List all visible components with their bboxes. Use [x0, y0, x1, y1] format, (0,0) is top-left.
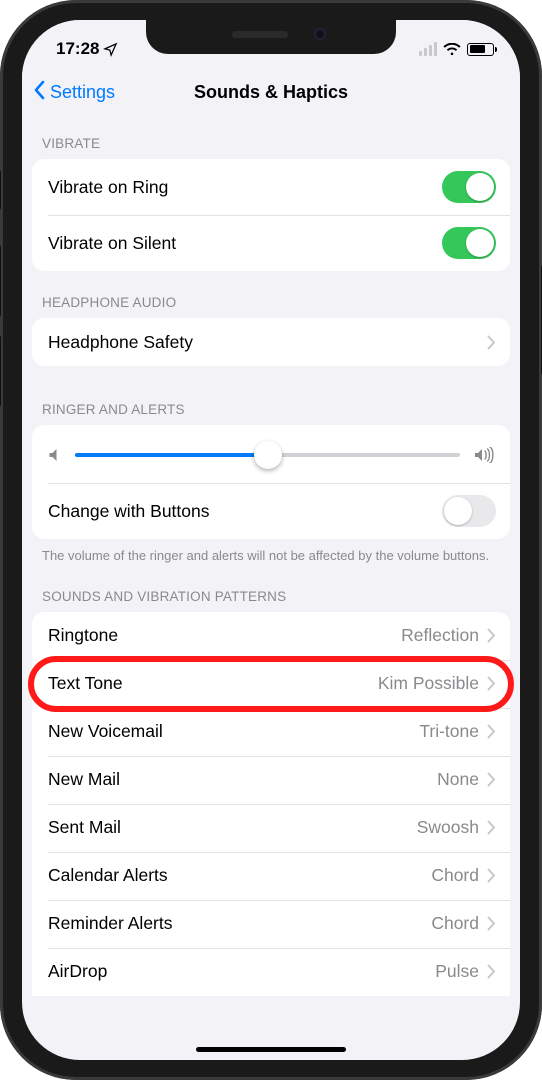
status-time: 17:28 [56, 39, 99, 59]
screen: 17:28 Settings Sounds & Haptic [22, 20, 520, 1060]
row-sound-airdrop[interactable]: AirDrop Pulse [32, 948, 510, 996]
chevron-right-icon [487, 772, 496, 787]
ringer-volume-slider[interactable] [75, 441, 460, 469]
row-detail: Chord [431, 865, 479, 886]
row-headphone-safety[interactable]: Headphone Safety [32, 318, 510, 366]
row-detail: Pulse [435, 961, 479, 982]
row-label: Vibrate on Silent [48, 233, 176, 254]
chevron-right-icon [487, 335, 496, 350]
row-change-with-buttons[interactable]: Change with Buttons [32, 483, 510, 539]
volume-high-icon [474, 447, 494, 463]
toggle-vibrate-on-silent[interactable] [442, 227, 496, 259]
row-label: New Voicemail [48, 721, 163, 742]
row-vibrate-on-ring[interactable]: Vibrate on Ring [32, 159, 510, 215]
row-sound-new-mail[interactable]: New Mail None [32, 756, 510, 804]
row-label: Headphone Safety [48, 332, 193, 353]
row-detail: Kim Possible [378, 673, 479, 694]
row-sound-reminder-alerts[interactable]: Reminder Alerts Chord [32, 900, 510, 948]
row-detail: Swoosh [417, 817, 479, 838]
hw-volume-up [0, 245, 1, 317]
phone-frame: 17:28 Settings Sounds & Haptic [0, 0, 542, 1080]
row-sound-calendar-alerts[interactable]: Calendar Alerts Chord [32, 852, 510, 900]
group-ringer: Change with Buttons [32, 425, 510, 539]
group-vibrate: Vibrate on Ring Vibrate on Silent [32, 159, 510, 271]
chevron-right-icon [487, 916, 496, 931]
row-label: Vibrate on Ring [48, 177, 168, 198]
row-label: Reminder Alerts [48, 913, 173, 934]
cellular-icon [419, 42, 437, 56]
chevron-right-icon [487, 964, 496, 979]
row-sound-text-tone[interactable]: Text Tone Kim Possible [32, 660, 510, 708]
hw-volume-down [0, 335, 1, 407]
section-header-sounds: SOUNDS AND VIBRATION PATTERNS [22, 565, 520, 612]
row-detail: None [437, 769, 479, 790]
row-sound-new-voicemail[interactable]: New Voicemail Tri-tone [32, 708, 510, 756]
nav-bar: Settings Sounds & Haptics [22, 68, 520, 116]
group-headphone: Headphone Safety [32, 318, 510, 366]
volume-low-icon [48, 448, 61, 462]
row-label: Text Tone [48, 673, 123, 694]
row-label: Sent Mail [48, 817, 121, 838]
wifi-icon [443, 43, 461, 56]
home-indicator[interactable] [196, 1047, 346, 1052]
settings-content[interactable]: VIBRATE Vibrate on Ring Vibrate on Silen… [22, 116, 520, 1060]
row-label: Calendar Alerts [48, 865, 168, 886]
location-icon [103, 42, 118, 57]
toggle-change-with-buttons[interactable] [442, 495, 496, 527]
hw-silence-switch [0, 170, 1, 210]
chevron-left-icon [32, 80, 46, 105]
chevron-right-icon [487, 628, 496, 643]
notch [146, 20, 396, 54]
row-detail: Tri-tone [419, 721, 479, 742]
chevron-right-icon [487, 820, 496, 835]
row-detail: Chord [431, 913, 479, 934]
row-detail: Reflection [401, 625, 479, 646]
back-label: Settings [50, 82, 115, 103]
chevron-right-icon [487, 724, 496, 739]
section-header-ringer: RINGER AND ALERTS [22, 366, 520, 425]
row-label: New Mail [48, 769, 120, 790]
chevron-right-icon [487, 676, 496, 691]
group-sounds: Ringtone Reflection Text Tone Kim Possible N… [32, 612, 510, 996]
chevron-right-icon [487, 868, 496, 883]
battery-icon [467, 43, 494, 56]
row-sound-sent-mail[interactable]: Sent Mail Swoosh [32, 804, 510, 852]
row-vibrate-on-silent[interactable]: Vibrate on Silent [32, 215, 510, 271]
row-label: Change with Buttons [48, 501, 210, 522]
section-footer-ringer: The volume of the ringer and alerts will… [22, 539, 520, 565]
row-ringer-volume[interactable] [32, 425, 510, 483]
back-button[interactable]: Settings [32, 80, 115, 105]
row-sound-ringtone[interactable]: Ringtone Reflection [32, 612, 510, 660]
section-header-vibrate: VIBRATE [22, 116, 520, 159]
section-header-headphone: HEADPHONE AUDIO [22, 271, 520, 318]
row-label: AirDrop [48, 961, 107, 982]
toggle-vibrate-on-ring[interactable] [442, 171, 496, 203]
row-label: Ringtone [48, 625, 118, 646]
